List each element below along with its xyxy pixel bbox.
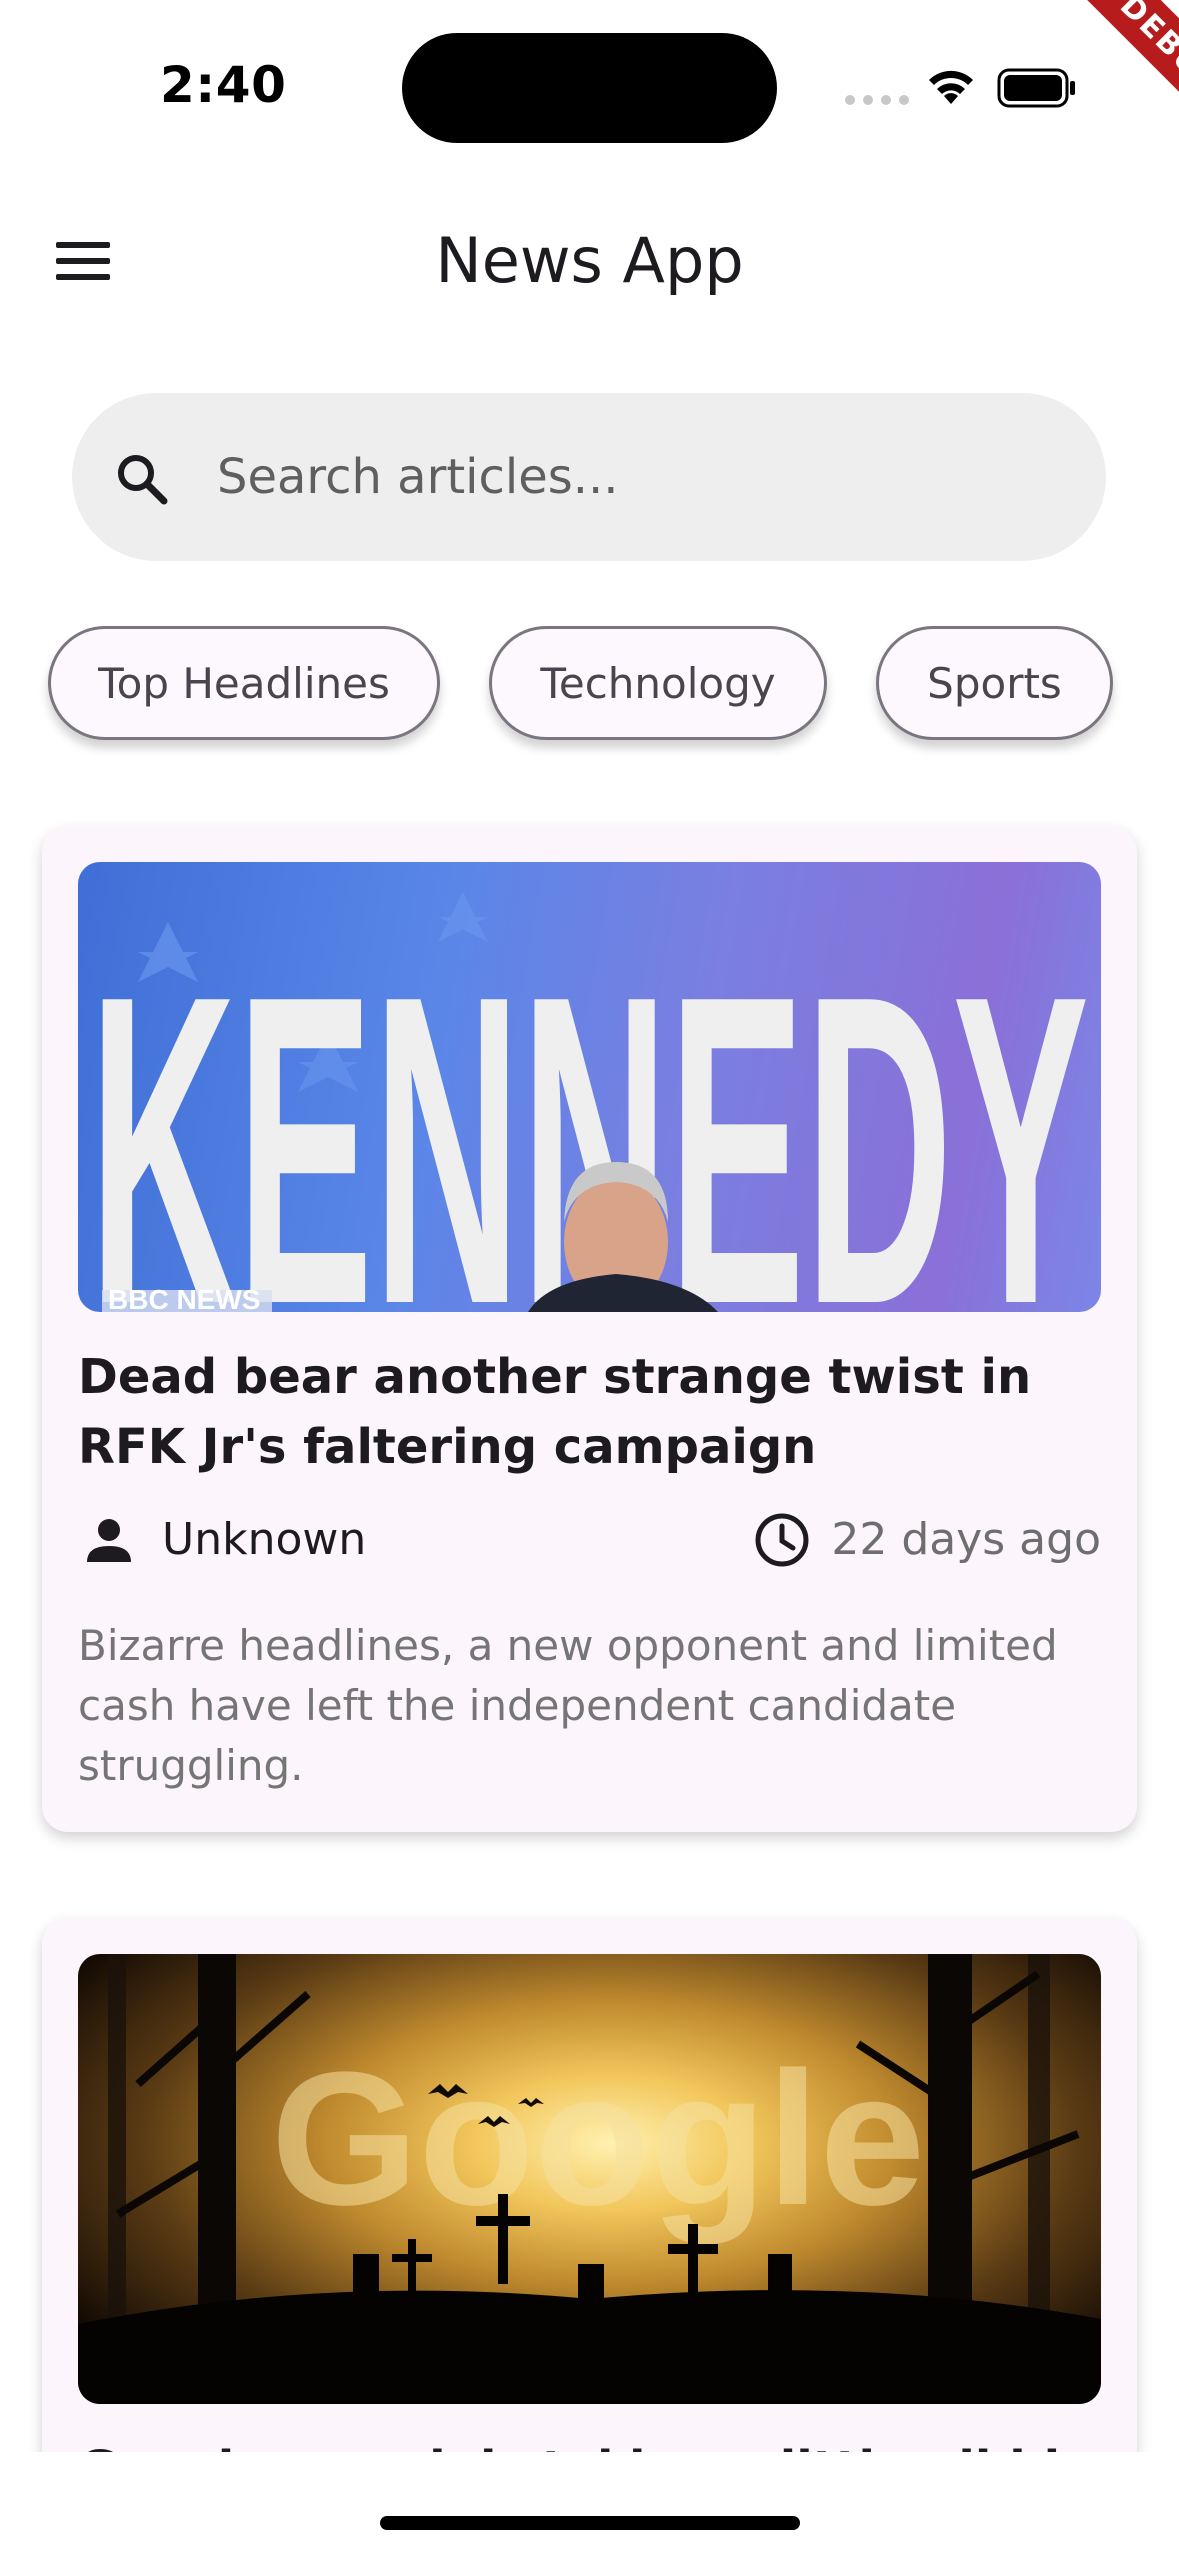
chip-top-headlines[interactable]: Top Headlines — [48, 626, 440, 740]
article-author: Unknown — [162, 1514, 367, 1565]
news-app-screen: 2:40 DEBUG News App Top Headlines Techno… — [0, 0, 1179, 2556]
bottom-safe-area — [0, 2452, 1179, 2556]
article-time-ago: 22 days ago — [831, 1514, 1101, 1565]
chip-label: Technology — [540, 658, 776, 708]
halloween-google-graphic: Google — [78, 1954, 1101, 2404]
article-card[interactable]: KENNEDY BBC NEWS Dead bear another stran… — [42, 826, 1137, 1832]
news-photo-graphic: KENNEDY BBC NEWS — [89, 892, 1089, 1312]
wifi-icon — [929, 70, 973, 104]
home-indicator[interactable] — [380, 2516, 800, 2530]
chip-technology[interactable]: Technology — [489, 626, 827, 740]
clock-icon — [755, 1513, 809, 1567]
search-input[interactable] — [217, 433, 1057, 521]
person-icon — [87, 1519, 131, 1562]
debug-banner: DEBUG — [1059, 0, 1179, 157]
app-title: News App — [435, 224, 744, 297]
search-icon — [118, 455, 168, 505]
article-title[interactable]: Dead bear another strange twist in RFK J… — [78, 1342, 1101, 1482]
article-image: KENNEDY BBC NEWS — [78, 862, 1101, 1312]
chip-label: Top Headlines — [98, 658, 390, 708]
search-bar[interactable] — [72, 393, 1106, 561]
category-chips: Top Headlines Technology Sports — [0, 626, 1179, 756]
article-description: Bizarre headlines, a new opponent and li… — [78, 1621, 1058, 1790]
chip-label: Sports — [927, 658, 1062, 708]
image-source-text: BBC NEWS — [108, 1284, 260, 1312]
cellular-signal-icon — [845, 95, 909, 105]
article-meta: Unknown 22 days ago — [78, 1506, 1101, 1576]
chip-sports[interactable]: Sports — [876, 626, 1113, 740]
dynamic-island — [402, 33, 777, 143]
battery-icon — [997, 68, 1075, 108]
image-logo-text: Google — [271, 2033, 925, 2245]
status-time: 2:40 — [160, 56, 287, 114]
article-image: Google — [78, 1954, 1101, 2404]
